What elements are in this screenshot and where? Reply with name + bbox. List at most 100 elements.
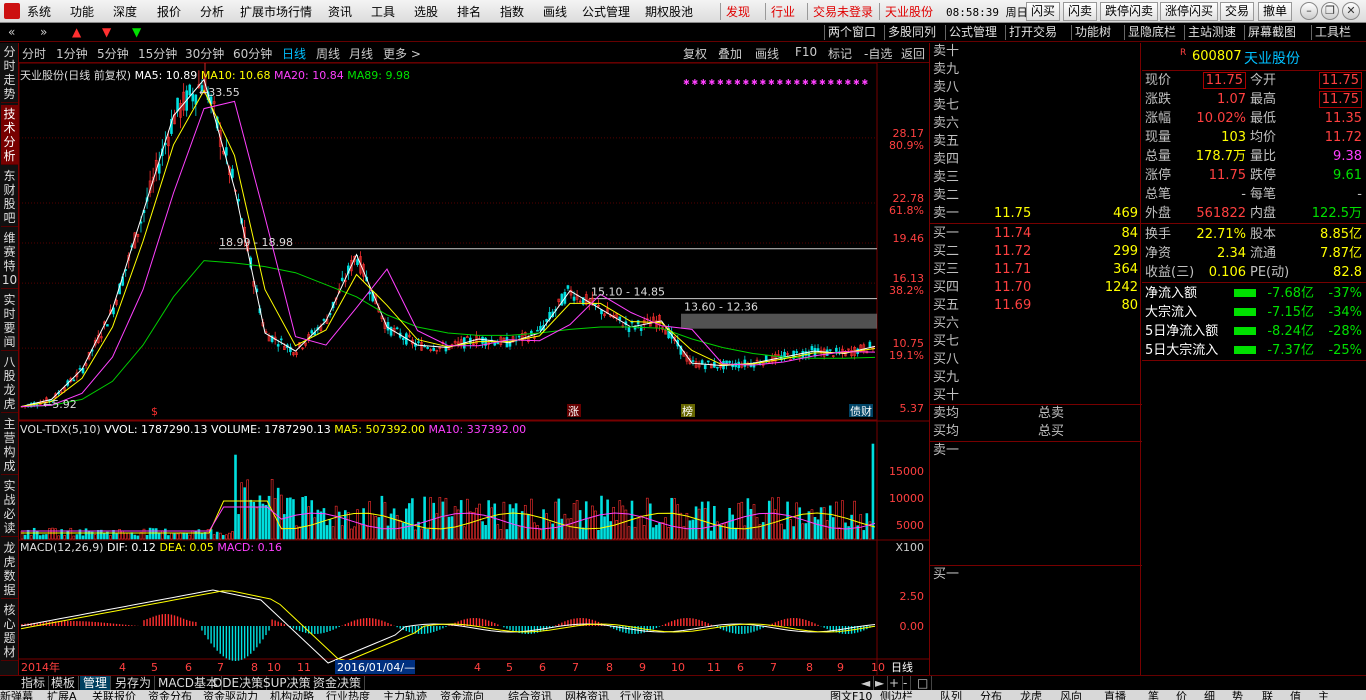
menu-item-10[interactable]: 指数 (500, 4, 524, 20)
trade-button-4[interactable]: 交易 (1220, 2, 1255, 21)
left-tab-0[interactable]: 分时走势 (1, 43, 18, 103)
info-tab-right-7[interactable]: 笔 (1148, 690, 1159, 700)
sell-row[interactable]: 卖八 (930, 79, 1142, 97)
info-tab-right-12[interactable]: 值 (1290, 690, 1301, 700)
info-tab-7[interactable]: 主力轨迹 (383, 690, 427, 700)
event-mark-bang[interactable]: 榜 (682, 404, 693, 418)
toolbar-item-0[interactable]: 两个窗口 (828, 24, 876, 41)
toolbar-item-4[interactable]: 功能树 (1075, 24, 1111, 41)
event-mark-s[interactable]: $ (151, 405, 158, 418)
sell-row[interactable]: 卖七 (930, 97, 1142, 115)
info-tab-2[interactable]: 关联报价 (92, 690, 136, 700)
info-tab-right-5[interactable]: 风向 (1060, 690, 1082, 700)
chart-tool-0[interactable]: 复权 (683, 45, 707, 62)
menu-red-item-1[interactable]: 行业 (771, 4, 795, 20)
menu-red-item-3[interactable]: 天业股份 (885, 4, 933, 20)
toolbar-item-1[interactable]: 多股同列 (888, 24, 936, 41)
menu-item-12[interactable]: 公式管理 (582, 4, 630, 20)
trade-button-0[interactable]: 闪买 (1026, 2, 1061, 21)
menu-item-9[interactable]: 排名 (457, 4, 481, 20)
info-tab-6[interactable]: 行业热度 (326, 690, 370, 700)
sell-row[interactable]: 卖九 (930, 61, 1142, 79)
buy-row[interactable]: 买一 11.74 84 (930, 225, 1142, 243)
forward-icon[interactable]: » (40, 25, 47, 40)
menu-item-4[interactable]: 分析 (200, 4, 224, 20)
left-tab-6[interactable]: 主营构成 (1, 415, 18, 475)
left-tab-9[interactable]: 核心题材 (1, 601, 18, 661)
indicator-tab-3[interactable]: 另存为 (112, 676, 156, 691)
buy-row[interactable]: 买五 11.69 80 (930, 297, 1142, 315)
toolbar-item-5[interactable]: 显隐底栏 (1128, 24, 1176, 41)
restore-icon[interactable]: ❐ (1321, 2, 1339, 20)
trade-button-1[interactable]: 闪卖 (1063, 2, 1098, 21)
period-6[interactable]: 日线 (282, 45, 306, 62)
chart-tool-5[interactable]: -自选 (864, 45, 892, 62)
buy-row[interactable]: 买八 (930, 351, 1142, 369)
buy-row[interactable]: 买九 (930, 369, 1142, 387)
info-tab-3[interactable]: 资金分布 (148, 690, 192, 700)
info-tab-8[interactable]: 资金流向 (440, 690, 484, 700)
buy-row[interactable]: 买三 11.71 364 (930, 261, 1142, 279)
toolbar-item-8[interactable]: 工具栏 (1315, 24, 1351, 41)
info-tab-right-6[interactable]: 直播 (1104, 690, 1126, 700)
left-tab-7[interactable]: 实战必读 (1, 477, 18, 537)
buy-row[interactable]: 买六 (930, 315, 1142, 333)
chart-tool-6[interactable]: 返回 (901, 45, 925, 62)
info-tab-right-4[interactable]: 龙虎 (1020, 690, 1042, 700)
menu-item-5[interactable]: 扩展市场行情 (240, 4, 312, 20)
period-2[interactable]: 5分钟 (97, 45, 129, 62)
menu-item-6[interactable]: 资讯 (328, 4, 352, 20)
period-4[interactable]: 30分钟 (185, 45, 224, 62)
indicator-tab-6[interactable]: SUP决策 (260, 676, 315, 691)
toolbar-item-7[interactable]: 屏幕截图 (1248, 24, 1296, 41)
down-arrow-icon[interactable]: ▼ (102, 25, 111, 40)
info-tab-1[interactable]: 扩展A (47, 690, 77, 700)
indicator-tab-7[interactable]: 资金决策 (310, 676, 366, 691)
period-1[interactable]: 1分钟 (56, 45, 88, 62)
back-icon[interactable]: « (8, 25, 15, 40)
info-tab-right-0[interactable]: 图文F10 (830, 690, 872, 700)
info-tab-4[interactable]: 资金驱动力 (203, 690, 258, 700)
chart-nav-icon[interactable]: - (900, 676, 912, 691)
buy-row[interactable]: 买七 (930, 333, 1142, 351)
period-8[interactable]: 月线 (349, 45, 373, 62)
chart-tool-4[interactable]: 标记 (828, 45, 852, 62)
period-7[interactable]: 周线 (316, 45, 340, 62)
menu-item-2[interactable]: 深度 (113, 4, 137, 20)
up-arrow-icon[interactable]: ▲ (72, 25, 81, 40)
info-tab-right-8[interactable]: 价 (1176, 690, 1187, 700)
download-icon[interactable]: ▼ (132, 25, 141, 40)
close-icon[interactable]: ✕ (1342, 2, 1360, 20)
sell-row[interactable]: 卖四 (930, 151, 1142, 169)
info-tab-right-9[interactable]: 细 (1204, 690, 1215, 700)
left-tab-4[interactable]: 实时要闻 (1, 291, 18, 351)
left-tab-8[interactable]: 龙虎数据 (1, 539, 18, 599)
left-tab-2[interactable]: 东财股吧 (1, 167, 18, 227)
indicator-tab-0[interactable]: 指标 (18, 676, 50, 691)
menu-item-1[interactable]: 功能 (70, 4, 94, 20)
indicator-tab-1[interactable]: 模板 (48, 676, 80, 691)
event-mark-cai[interactable]: 债财 (850, 404, 872, 418)
info-tab-0[interactable]: 新弹幕 (0, 690, 33, 700)
indicator-tab-2[interactable]: 管理 (80, 676, 112, 691)
menu-item-3[interactable]: 报价 (157, 4, 181, 20)
trade-button-5[interactable]: 撤单 (1258, 2, 1293, 21)
period-9[interactable]: 更多 > (383, 45, 421, 62)
left-tab-1[interactable]: 技术分析 (1, 105, 18, 165)
menu-item-13[interactable]: 期权股池 (645, 4, 693, 20)
chart-tool-3[interactable]: F10 (795, 45, 817, 59)
sell-row[interactable]: 卖五 (930, 133, 1142, 151)
sell-row[interactable]: 卖三 (930, 169, 1142, 187)
left-tab-3[interactable]: 维赛特10 (1, 229, 18, 289)
trade-button-3[interactable]: 涨停闪买 (1160, 2, 1219, 21)
toolbar-item-2[interactable]: 公式管理 (949, 24, 997, 41)
menu-red-item-0[interactable]: 发现 (726, 4, 750, 20)
minimize-icon[interactable]: – (1300, 2, 1318, 20)
menu-item-11[interactable]: 画线 (543, 4, 567, 20)
toolbar-item-6[interactable]: 主站测速 (1188, 24, 1236, 41)
chart-nav-icon[interactable]: □ (914, 676, 933, 691)
menu-item-0[interactable]: 系统 (27, 4, 51, 20)
info-tab-10[interactable]: 网格资讯 (565, 690, 609, 700)
buy-row[interactable]: 买四 11.70 1242 (930, 279, 1142, 297)
period-0[interactable]: 分时 (22, 45, 46, 62)
